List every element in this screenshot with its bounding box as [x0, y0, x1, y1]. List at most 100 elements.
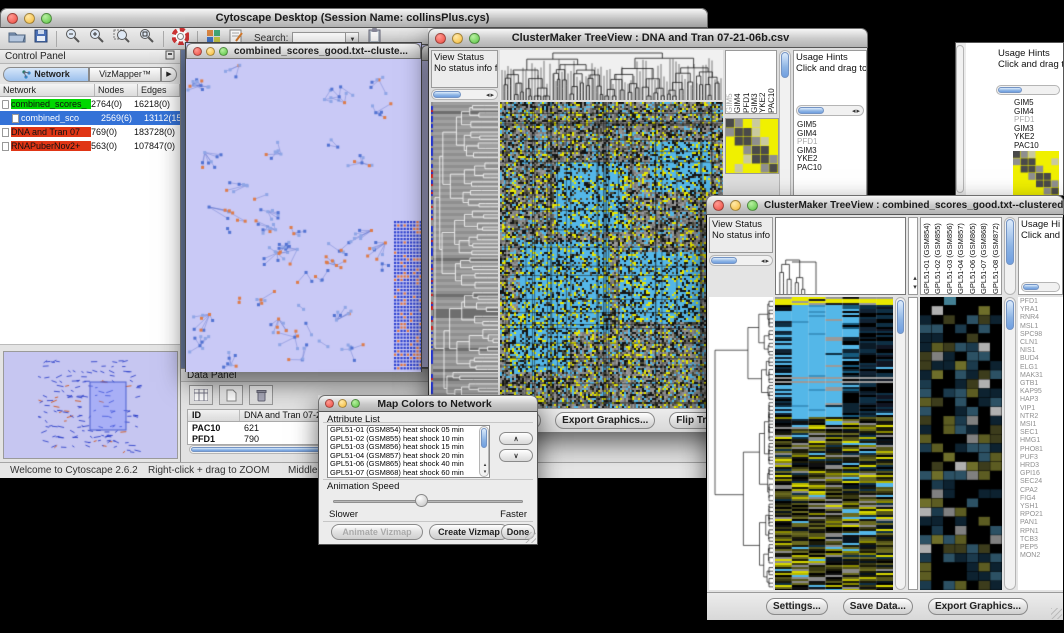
- zoom-out-icon[interactable]: [65, 28, 81, 49]
- tv3-vscrollbar[interactable]: [956, 45, 964, 193]
- gene-label[interactable]: GTB1: [1020, 380, 1063, 388]
- gene-label[interactable]: YSH1: [1020, 503, 1063, 511]
- tv2-vscrollbar-b[interactable]: [895, 297, 906, 590]
- minimize-button[interactable]: [452, 33, 463, 44]
- scroll-arrows[interactable]: ◂▸: [486, 91, 495, 99]
- resize-grip[interactable]: [525, 532, 536, 543]
- move-up-button[interactable]: ∧: [499, 432, 533, 445]
- tv2-zoom-heatmap[interactable]: [920, 297, 1002, 590]
- minimize-button[interactable]: [206, 47, 215, 56]
- dialog-titlebar[interactable]: Map Colors to Network: [318, 395, 538, 412]
- treeview-button[interactable]: Export Graphics...: [555, 412, 655, 429]
- attr-list-vscrollbar[interactable]: ▴▾: [479, 426, 489, 477]
- network-view-titlebar[interactable]: combined_scores_good.txt--cluste...: [186, 43, 421, 59]
- zoom-button[interactable]: [41, 13, 52, 24]
- tv2-column-dendrogram[interactable]: [776, 218, 905, 294]
- gene-label[interactable]: HAP3: [1020, 396, 1063, 404]
- gene-label[interactable]: PAC10: [797, 164, 822, 173]
- zoom-button[interactable]: [747, 200, 758, 211]
- gene-label[interactable]: BUD4: [1020, 355, 1063, 363]
- zoom-button[interactable]: [469, 33, 480, 44]
- tv3-similarity-heatmap[interactable]: [1013, 151, 1059, 195]
- create-vizmap-button[interactable]: Create Vizmap: [429, 524, 509, 540]
- array-label[interactable]: GPL51-08 (GSM872): [990, 218, 1001, 294]
- zoom-in-icon[interactable]: [89, 28, 105, 49]
- animation-speed-slider[interactable]: [333, 500, 523, 503]
- gene-label[interactable]: YRA1: [1020, 306, 1063, 314]
- scroll-arrows[interactable]: ◂▸: [761, 257, 770, 265]
- minimize-button[interactable]: [338, 399, 347, 408]
- column-label[interactable]: PFD1: [743, 51, 751, 113]
- network-row[interactable]: combined_scores_ 2764(0) 16218(0): [0, 97, 180, 111]
- slider-thumb[interactable]: [415, 494, 428, 507]
- tv1-titlebar[interactable]: ClusterMaker TreeView : DNA and Tran 07-…: [428, 28, 868, 48]
- network-canvas[interactable]: [186, 59, 421, 372]
- gene-label[interactable]: PHO81: [1020, 446, 1063, 454]
- attribute-list[interactable]: GPL51-01 (GSM854) heat shock 05 minGPL51…: [327, 425, 490, 478]
- close-button[interactable]: [435, 33, 446, 44]
- gene-label[interactable]: RPO21: [1020, 511, 1063, 519]
- gene-label[interactable]: HRD3: [1020, 462, 1063, 470]
- column-label[interactable]: GIM4: [734, 51, 742, 113]
- save-icon[interactable]: [34, 29, 48, 48]
- network-row[interactable]: combined_sco 2569(6) 13112(15): [0, 111, 180, 125]
- array-label[interactable]: GPL51-01 (GSM854): [921, 218, 932, 294]
- tv2-row-dendrogram[interactable]: [709, 297, 773, 590]
- treeview-button[interactable]: Export Graphics...: [928, 598, 1028, 615]
- open-file-icon[interactable]: [8, 29, 26, 48]
- gene-label[interactable]: PUF3: [1020, 454, 1063, 462]
- gene-label[interactable]: KAP95: [1020, 388, 1063, 396]
- gene-label[interactable]: FIG4: [1020, 495, 1063, 503]
- gene-label[interactable]: MSI1: [1020, 421, 1063, 429]
- attribute-item[interactable]: GPL51-07 (GSM868) heat shock 60 min: [328, 469, 489, 478]
- scroll-arrows[interactable]: ▴▾: [482, 462, 488, 476]
- gene-label[interactable]: SPC98: [1020, 331, 1063, 339]
- close-button[interactable]: [7, 13, 18, 24]
- gene-label[interactable]: SEC24: [1020, 478, 1063, 486]
- array-label[interactable]: GPL51-03 (GSM856): [944, 218, 955, 294]
- tv2-status-hscrollbar[interactable]: ◂▸: [709, 255, 773, 266]
- zoom-fit-icon[interactable]: [139, 28, 155, 49]
- minimize-button[interactable]: [730, 200, 741, 211]
- tv2-vscrollbar-c[interactable]: [1004, 297, 1016, 590]
- tab-overflow-arrow[interactable]: ▶: [161, 67, 177, 82]
- gene-label[interactable]: PFD1: [1020, 298, 1063, 306]
- gene-label[interactable]: CPA2: [1020, 487, 1063, 495]
- resize-grip[interactable]: [1051, 608, 1062, 619]
- gene-label[interactable]: VIP1: [1020, 405, 1063, 413]
- tv2-hints-hscrollbar[interactable]: [1021, 282, 1060, 292]
- gene-label[interactable]: RNR4: [1020, 314, 1063, 322]
- treeview-button[interactable]: Settings...: [766, 598, 828, 615]
- network-row[interactable]: DNA and Tran 07 769(0) 183728(0): [0, 125, 180, 139]
- array-label[interactable]: GPL51-04 (GSM857): [955, 218, 966, 294]
- gene-label[interactable]: HMG1: [1020, 437, 1063, 445]
- network-row[interactable]: RNAPuberNov2+ 563(0) 107847(0): [0, 139, 180, 153]
- gene-label[interactable]: PEP5: [1020, 544, 1063, 552]
- tv2-titlebar[interactable]: ClusterMaker TreeView : combined_scores_…: [706, 195, 1064, 215]
- close-button[interactable]: [325, 399, 334, 408]
- gene-label[interactable]: NIS1: [1020, 347, 1063, 355]
- zoom-selected-icon[interactable]: [113, 28, 131, 49]
- array-label[interactable]: GPL51-07 (GSM868): [978, 218, 989, 294]
- column-label[interactable]: PAC10: [768, 51, 776, 113]
- scroll-arrows[interactable]: ◂▸: [852, 107, 861, 115]
- new-attribute-icon[interactable]: [219, 385, 243, 405]
- close-button[interactable]: [713, 200, 724, 211]
- gene-label[interactable]: ELG1: [1020, 364, 1063, 372]
- main-titlebar[interactable]: Cytoscape Desktop (Session Name: collins…: [0, 8, 708, 28]
- tv1-heatmap[interactable]: [500, 102, 723, 408]
- gene-label[interactable]: CLN1: [1020, 339, 1063, 347]
- attribute-table-icon[interactable]: [189, 385, 213, 405]
- gene-label[interactable]: MON2: [1020, 552, 1063, 560]
- zoom-button[interactable]: [219, 47, 228, 56]
- animate-vizmap-button[interactable]: Animate Vizmap: [331, 524, 423, 540]
- tv1-row-dendrogram[interactable]: [431, 102, 498, 408]
- tv1-hints-hscrollbar[interactable]: ◂▸: [796, 105, 864, 116]
- gene-label[interactable]: TCB3: [1020, 536, 1063, 544]
- gene-label[interactable]: PAC10: [1014, 142, 1039, 151]
- float-panel-icon[interactable]: [165, 50, 175, 63]
- array-label[interactable]: GPL51-06 (GSM865): [967, 218, 978, 294]
- zoom-button[interactable]: [351, 399, 360, 408]
- scroll-arrows[interactable]: ▴▾: [910, 274, 918, 292]
- gene-label[interactable]: RPN1: [1020, 528, 1063, 536]
